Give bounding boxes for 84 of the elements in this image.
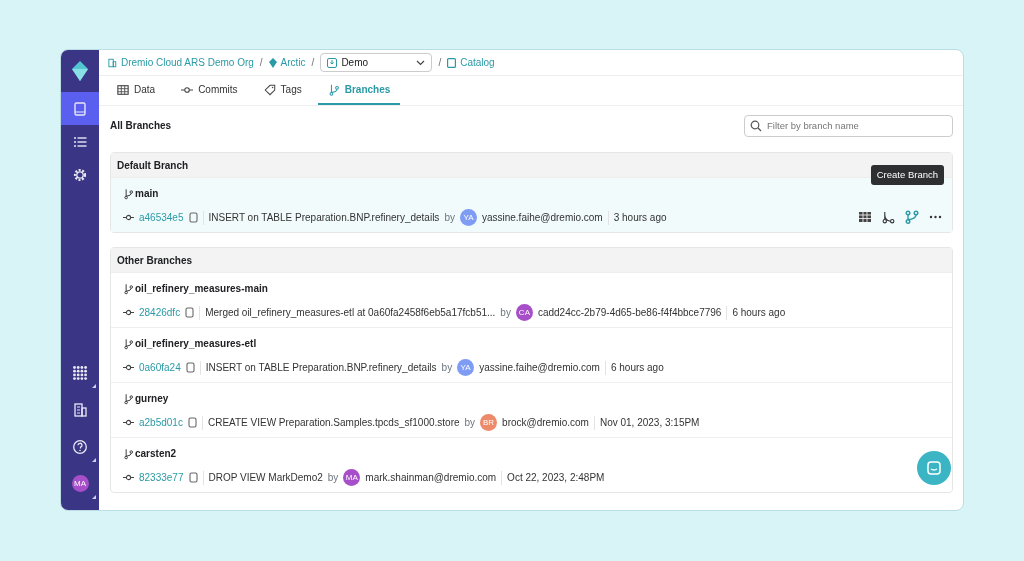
create-branch-icon[interactable]: [905, 210, 919, 224]
user-avatar: MA: [343, 469, 361, 486]
building-icon: [107, 57, 117, 68]
page-heading: All Branches: [110, 119, 172, 133]
by-text: by: [500, 306, 511, 320]
time-text: Oct 22, 2023, 2:48PM: [507, 471, 605, 485]
commit-icon: [123, 472, 134, 483]
by-text: by: [327, 471, 339, 485]
section-header: Other Branches: [111, 248, 952, 272]
commit-icon: [123, 362, 134, 373]
commit-icon: [123, 212, 134, 223]
user-avatar[interactable]: MA: [71, 475, 89, 492]
branch-icon: [327, 83, 340, 96]
separator-text: /: [438, 56, 442, 70]
branch-name[interactable]: carsten2: [135, 446, 177, 461]
branch-name[interactable]: oil_refinery_measures-main: [135, 281, 268, 296]
branch-icon: [123, 447, 134, 460]
commit-hash-link[interactable]: 28426dfc: [139, 305, 181, 320]
user-avatar: CA: [515, 304, 533, 321]
table-icon[interactable]: [858, 211, 872, 223]
branch-name[interactable]: gurney: [135, 391, 169, 406]
commit-message: Merged oil_refinery_measures-etl at 0a60fa2458f6eb5a17fcb51...: [205, 306, 496, 320]
copy-icon[interactable]: [185, 307, 195, 318]
copy-icon[interactable]: [188, 212, 198, 223]
grid-icon: [117, 83, 129, 96]
time-text: 6 hours ago: [610, 361, 664, 375]
branch-icon: [123, 187, 134, 200]
tooltip: Create Branch: [870, 165, 944, 186]
apps-grid-icon[interactable]: [72, 364, 88, 381]
author-text: yassine.faihe@dremio.com: [479, 361, 600, 375]
user-avatar: YA: [459, 209, 477, 226]
building-icon[interactable]: [72, 401, 88, 418]
tab[interactable]: Commits: [171, 76, 248, 105]
commit-icon: [123, 307, 134, 318]
by-text: by: [441, 361, 453, 375]
arctic-link[interactable]: Arctic: [268, 55, 306, 70]
tag-icon: [263, 83, 276, 96]
branch-icon: [123, 337, 134, 350]
catalog-link[interactable]: Catalog: [447, 55, 495, 70]
copy-icon[interactable]: [187, 417, 197, 428]
author-text: brock@dremio.com: [502, 416, 589, 430]
time-text: 6 hours ago: [732, 306, 786, 320]
branch-select[interactable]: Demo: [320, 53, 433, 72]
gem-icon: [268, 57, 277, 68]
book-icon: [447, 57, 457, 68]
tab[interactable]: Data: [107, 76, 166, 105]
commit-message: INSERT on TABLE Preparation.BNP.refinery_details: [208, 211, 440, 225]
logo-icon[interactable]: [71, 60, 89, 82]
branch-name[interactable]: main: [135, 186, 159, 201]
user-avatar: BR: [480, 414, 498, 431]
time-text: Nov 01, 2023, 3:15PM: [599, 416, 700, 430]
time-text: 3 hours ago: [613, 211, 667, 225]
commit-message: DROP VIEW MarkDemo2: [208, 471, 323, 485]
branch-icon: [123, 282, 134, 295]
copy-icon[interactable]: [185, 362, 195, 373]
commit-hash-link[interactable]: a46534e5: [139, 210, 184, 225]
org-link[interactable]: Dremio Cloud ARS Demo Org: [107, 55, 254, 70]
copy-icon[interactable]: [188, 472, 198, 483]
separator-text: /: [259, 56, 263, 70]
book-icon[interactable]: [72, 100, 88, 117]
search-field[interactable]: Filter by branch name: [744, 114, 953, 137]
chevron-down-icon: [416, 59, 426, 66]
by-text: by: [444, 211, 455, 225]
author-text: mark.shainman@dremio.com: [365, 471, 497, 485]
user-avatar: YA: [457, 359, 475, 376]
branch-box-icon: [327, 57, 338, 68]
author-text: cadd24cc-2b79-4d65-be86-f4f4bbce7796: [537, 306, 722, 320]
author-text: yassine.faihe@dremio.com: [481, 211, 603, 225]
merge-icon[interactable]: [882, 210, 895, 224]
branch-name[interactable]: oil_refinery_measures-etl: [135, 336, 257, 351]
tab[interactable]: Tags: [253, 76, 312, 105]
tab[interactable]: Branches: [317, 76, 401, 105]
commit-hash-link[interactable]: 0a60fa24: [139, 360, 181, 375]
by-text: by: [464, 416, 476, 430]
commit-hash-link[interactable]: a2b5d01c: [139, 415, 183, 430]
separator-text: /: [311, 56, 315, 70]
branch-icon: [123, 392, 134, 405]
commit-message: INSERT on TABLE Preparation.BNP.refinery_details: [205, 361, 437, 375]
commit-hash-link[interactable]: 82333e77: [139, 470, 184, 485]
commit-message: CREATE VIEW Preparation.Samples.tpcds_sf1000.store: [207, 416, 460, 430]
settings-icon[interactable]: [72, 166, 88, 183]
help-icon[interactable]: [72, 438, 88, 455]
more-icon[interactable]: [929, 215, 942, 219]
commit-icon: [123, 417, 134, 428]
